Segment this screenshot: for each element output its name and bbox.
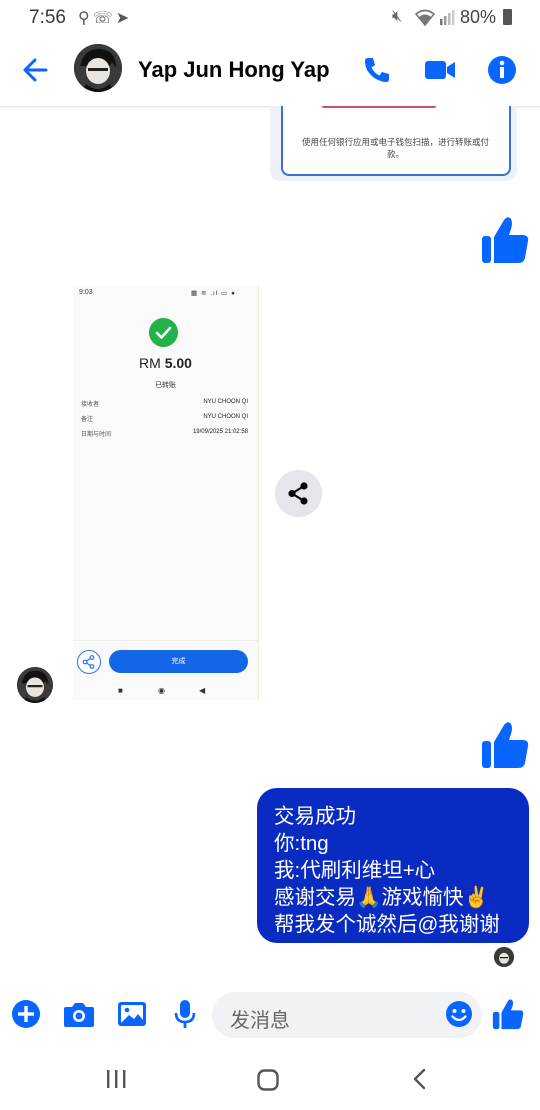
message-input-placeholder: 发消息 <box>230 1010 290 1032</box>
receipt-status-icons: ▦ ≋ .ıl ▭ ● <box>191 290 236 297</box>
phone-icon[interactable] <box>360 53 394 87</box>
video-camera-icon[interactable] <box>423 53 457 87</box>
back-icon[interactable] <box>408 1067 430 1091</box>
contact-name[interactable]: Yap Jun Hong Yap <box>138 57 330 83</box>
recent-apps-icon[interactable] <box>104 1068 128 1090</box>
receipt-row-label: 备注 <box>81 417 94 423</box>
status-bar: 7:56 ⚲☏➤ 🔇︎ 80% <box>0 0 540 34</box>
link-icon: ⚲ <box>78 10 93 27</box>
thumbs-up-icon <box>482 722 529 768</box>
receipt-amount: RM 5.00 <box>73 355 258 371</box>
battery-icon <box>503 9 512 25</box>
back-arrow-icon[interactable] <box>18 54 56 86</box>
share-button[interactable] <box>275 470 322 517</box>
chat-header: Yap Jun Hong Yap <box>0 34 540 107</box>
message-line: 感谢交易🙏游戏愉快✌️ <box>274 886 490 909</box>
emoji-icon[interactable] <box>441 996 477 1032</box>
receipt-row-label: 日期与时间 <box>81 432 112 438</box>
receipt-nav-back-icon: ◀ <box>199 686 206 695</box>
shared-image-receipt[interactable] <box>73 285 259 700</box>
wifi-icon <box>414 9 455 26</box>
home-icon[interactable] <box>256 1068 280 1092</box>
contact-avatar[interactable] <box>74 44 122 92</box>
telegram-icon: ➤ <box>115 10 133 27</box>
receipt-amount-value: 5.00 <box>164 355 192 371</box>
mute-icon: 🔇︎ <box>392 8 406 25</box>
thumbs-up-icon <box>482 217 529 263</box>
send-thumbs-up-icon[interactable] <box>490 996 526 1032</box>
receipt-done-button: 完成 <box>109 650 248 673</box>
receipt-row-label: 接收者 <box>81 402 100 408</box>
receipt-status-time: 9:03 <box>79 289 93 296</box>
receipt-row-value: NYU CHOON QI <box>203 399 248 405</box>
microphone-icon[interactable] <box>167 996 203 1032</box>
qr-caption: 使用任何银行应用或电子钱包扫描，进行转账或付款。 <box>301 137 489 159</box>
info-icon[interactable] <box>485 53 519 87</box>
status-right-icons: 🔇︎ <box>392 8 405 26</box>
gallery-icon[interactable] <box>114 996 150 1032</box>
receipt-share-icon <box>77 650 101 674</box>
battery-percent: 80% <box>460 7 497 27</box>
message-line: 帮我发个诚然后@我谢谢 <box>274 913 500 936</box>
qr-card-accent <box>322 106 436 108</box>
receipt-divider <box>73 640 258 641</box>
check-icon <box>149 318 178 347</box>
sender-avatar[interactable] <box>17 667 53 703</box>
seen-receipt-avatar <box>494 947 514 967</box>
receipt-currency: RM <box>139 355 161 371</box>
receipt-row-value: 19/09/2025 21:02:58 <box>192 429 248 435</box>
message-line: 交易成功 <box>274 805 356 828</box>
android-nav-bar <box>0 1055 540 1110</box>
status-left-icons: ⚲☏➤ <box>78 8 132 28</box>
plus-icon[interactable] <box>8 996 44 1032</box>
receipt-nav-home-icon: ◉ <box>158 686 165 695</box>
receipt-row-value: NYU CHOON QI <box>203 414 248 420</box>
signal-icon <box>440 19 443 25</box>
message-line: 我:代刷利维坦+心 <box>274 859 436 882</box>
status-time: 7:56 <box>29 7 66 28</box>
receipt-nav-recents-icon: ■ <box>118 686 123 695</box>
receipt-status: 已转账 <box>155 382 176 389</box>
camera-icon[interactable] <box>61 996 97 1032</box>
message-line: 你:tng <box>274 832 329 855</box>
call-forward-icon: ☏ <box>92 10 116 27</box>
